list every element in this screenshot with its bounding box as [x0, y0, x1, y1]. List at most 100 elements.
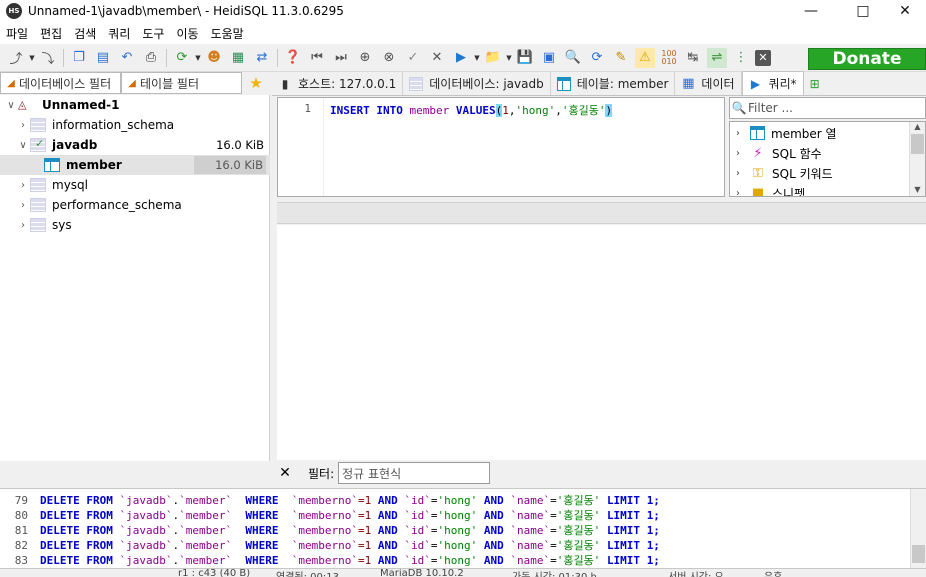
helper-filter-input[interactable]: 🔍 Filter ... — [729, 97, 926, 119]
main-tabs: ▮ 호스트: 127.0.0.1 데이터베이스: javadb 테이블: mem… — [272, 71, 926, 96]
cancel-icon[interactable]: ✕ — [427, 48, 447, 68]
helper-item-keywords[interactable]: › ⚿ SQL 키워드 — [736, 163, 833, 183]
chevron-down-icon[interactable]: ▼ — [505, 54, 513, 62]
more-icon[interactable]: ⋮ — [731, 48, 751, 68]
chevron-down-icon[interactable]: ▼ — [473, 54, 481, 62]
chevron-right-icon[interactable]: › — [16, 180, 30, 191]
table-icon — [556, 76, 571, 91]
wrap-icon[interactable]: ↹ — [683, 48, 703, 68]
chevron-down-icon[interactable]: ▼ — [28, 54, 36, 62]
regex-filter-input[interactable]: 정규 표현식 — [338, 462, 491, 484]
tab-table[interactable]: 테이블: member — [550, 72, 676, 95]
tree-item-member[interactable]: member 16.0 KiB — [0, 155, 270, 175]
tree-item-javadb[interactable]: ∨ ✓ javadb 16.0 KiB — [0, 135, 270, 155]
menu-bar: 파일 편집 검색 쿼리 도구 이동 도움말 — [0, 22, 926, 44]
chevron-right-icon[interactable]: › — [736, 148, 750, 159]
format-icon[interactable]: ⇌ — [707, 47, 727, 68]
chevron-down-icon[interactable]: ∨ — [16, 140, 30, 151]
chevron-right-icon[interactable]: › — [16, 220, 30, 231]
key-icon: ⚿ — [753, 165, 763, 181]
menu-tools[interactable]: 도구 — [136, 25, 170, 42]
database-tree: ∨ ◬ Unnamed-1 › information_schema ∨ ✓ j… — [0, 95, 270, 461]
paste-icon[interactable]: ▤ — [93, 48, 113, 68]
menu-edit[interactable]: 편집 — [34, 25, 68, 42]
menu-go[interactable]: 이동 — [170, 25, 204, 42]
open-folder-icon[interactable]: 📁 — [483, 48, 503, 68]
tree-root[interactable]: ∨ ◬ Unnamed-1 — [0, 95, 270, 115]
tab-query[interactable]: ▶ 쿼리* — [741, 71, 804, 95]
chevron-right-icon[interactable]: › — [736, 128, 750, 139]
save-as-icon[interactable]: ▣ — [539, 48, 559, 68]
sql-log[interactable]: 79 DELETE FROM `javadb`.`member` WHERE `m… — [0, 488, 926, 568]
log-line: 82 DELETE FROM `javadb`.`member` WHERE `m… — [14, 539, 660, 552]
last-icon[interactable]: ⏭ — [331, 48, 351, 68]
chevron-down-icon[interactable]: ▼ — [194, 54, 202, 62]
add-icon[interactable]: ⊕ — [355, 48, 375, 68]
user-manager-icon[interactable]: ☻ — [204, 48, 224, 68]
tab-database[interactable]: 데이터베이스: javadb — [403, 72, 551, 95]
minimize-icon[interactable]: — — [788, 0, 834, 22]
helper-scrollbar[interactable]: ▲ ▼ — [909, 122, 925, 196]
menu-query[interactable]: 쿼리 — [102, 25, 136, 42]
chevron-right-icon[interactable]: › — [736, 188, 750, 197]
log-scrollbar[interactable] — [910, 489, 926, 568]
remove-icon[interactable]: ⊗ — [379, 48, 399, 68]
connect-icon[interactable]: ⤴ — [6, 48, 26, 68]
help-icon[interactable]: ❓ — [283, 48, 303, 68]
database-icon — [409, 76, 424, 91]
run-icon[interactable]: ▶ — [451, 48, 471, 68]
save-icon[interactable]: 💾 — [515, 48, 535, 68]
tab-host[interactable]: ▮ 호스트: 127.0.0.1 — [272, 72, 404, 95]
chevron-right-icon[interactable]: › — [16, 200, 30, 211]
new-query-tab-button[interactable]: ⊞ — [803, 72, 826, 95]
undo-icon[interactable]: ↶ — [117, 48, 137, 68]
query-text[interactable]: INSERT INTO member VALUES(1,'hong','홍길동'… — [330, 102, 613, 118]
export-icon[interactable]: ▦ — [228, 48, 248, 68]
close-filter-icon[interactable]: ✕ — [272, 465, 298, 481]
close-tab-icon[interactable]: ✕ — [755, 49, 771, 66]
chevron-down-icon[interactable]: ∨ — [4, 100, 18, 111]
scroll-up-icon[interactable]: ▲ — [910, 122, 925, 131]
scroll-down-icon[interactable]: ▼ — [910, 185, 925, 194]
scroll-thumb[interactable] — [911, 134, 924, 154]
lightning-icon: ⚡ — [753, 145, 763, 161]
result-tab-bar — [277, 202, 926, 224]
tree-filter-row: ◢ 데이터베이스 필터 ◢ 테이블 필터 ★ — [0, 72, 270, 95]
copy-icon[interactable]: ❐ — [69, 48, 89, 68]
scroll-thumb[interactable] — [912, 545, 925, 563]
first-icon[interactable]: ⏮ — [307, 48, 327, 68]
chevron-right-icon[interactable]: › — [16, 120, 30, 131]
tree-item-information-schema[interactable]: › information_schema — [0, 115, 270, 135]
database-icon — [30, 218, 46, 232]
donate-button[interactable]: Donate — [808, 48, 926, 70]
binary-icon[interactable]: 100 010 — [659, 48, 679, 68]
transfer-icon[interactable]: ⇄ — [252, 48, 272, 68]
query-editor[interactable]: 1 INSERT INTO member VALUES(1,'hong','홍길… — [277, 97, 725, 197]
database-filter-input[interactable]: ◢ 데이터베이스 필터 — [0, 72, 121, 94]
refresh-icon[interactable]: ⟳ — [172, 48, 192, 68]
window-title: Unnamed-1\javadb\member\ - HeidiSQL 11.3… — [28, 4, 344, 18]
maximize-icon[interactable]: □ — [840, 0, 886, 22]
helper-item-columns[interactable]: › member 열 — [736, 123, 837, 143]
check-icon[interactable]: ✓ — [403, 48, 423, 68]
clean-icon[interactable]: ✎ — [611, 48, 631, 68]
tree-item-mysql[interactable]: › mysql — [0, 175, 270, 195]
search-icon[interactable]: 🔍 — [563, 48, 583, 68]
warning-icon[interactable]: ⚠ — [635, 47, 655, 68]
close-icon[interactable]: ✕ — [882, 0, 926, 22]
table-filter-input[interactable]: ◢ 테이블 필터 — [121, 72, 242, 94]
chevron-right-icon[interactable]: › — [736, 168, 750, 179]
menu-search[interactable]: 검색 — [68, 25, 102, 42]
menu-file[interactable]: 파일 — [0, 25, 34, 42]
replace-icon[interactable]: ⟳ — [587, 48, 607, 68]
helper-item-functions[interactable]: › ⚡ SQL 함수 — [736, 143, 822, 163]
tree-item-sys[interactable]: › sys — [0, 215, 270, 235]
menu-help[interactable]: 도움말 — [205, 25, 250, 42]
database-icon — [30, 118, 46, 132]
helper-item-snippets[interactable]: › ■ 스니펫 — [736, 183, 805, 197]
tree-item-performance-schema[interactable]: › performance_schema — [0, 195, 270, 215]
print-icon[interactable]: ⎙ — [141, 48, 161, 68]
tab-data[interactable]: ▦ 데이터 — [675, 72, 742, 95]
favorite-star-icon[interactable]: ★ — [242, 72, 270, 94]
disconnect-icon[interactable]: ⤵ — [38, 48, 58, 68]
